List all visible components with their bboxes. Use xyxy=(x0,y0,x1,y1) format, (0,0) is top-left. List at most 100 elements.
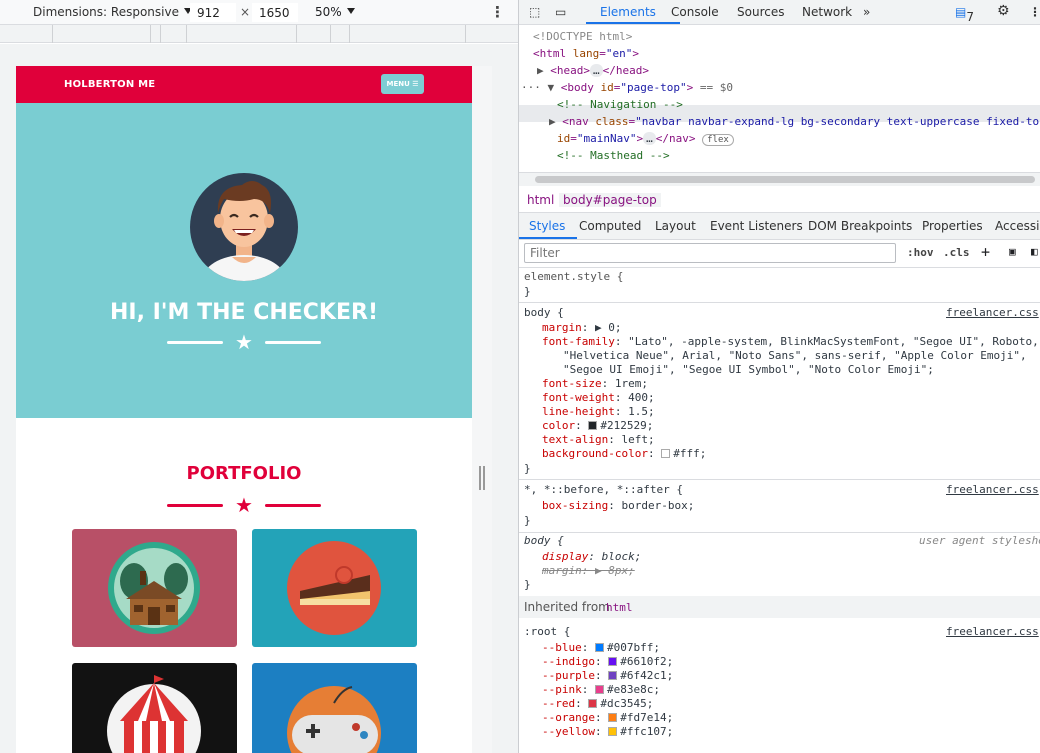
device-toolbar: Dimensions: Responsive × 50% ⋮ xyxy=(0,0,518,25)
dom-doctype: <!DOCTYPE html> xyxy=(533,30,633,43)
brand-link[interactable]: HOLBERTON ME xyxy=(64,79,155,90)
more-tabs-icon[interactable]: » xyxy=(863,5,870,19)
decl-text-align[interactable]: text-align: left; xyxy=(542,433,655,446)
more-options-icon[interactable]: ⋮ xyxy=(490,3,505,21)
dom-nav[interactable]: ▶ <nav class="navbar navbar-expand-lg bg… xyxy=(549,115,1040,128)
tab-sources[interactable]: Sources xyxy=(737,5,784,19)
rule-close: } xyxy=(524,285,531,298)
decl-var-orange[interactable]: --orange: #fd7e14; xyxy=(542,711,673,724)
portfolio-title: PORTFOLIO xyxy=(186,463,302,484)
width-input[interactable] xyxy=(190,3,236,22)
portfolio-item-game[interactable] xyxy=(252,663,417,753)
subtab-computed[interactable]: Computed xyxy=(579,219,641,233)
dom-nav-cont[interactable]: id="mainNav">… </nav> flex xyxy=(557,132,734,146)
decl-font-family[interactable]: font-family: "Lato", -apple-system, Blin… xyxy=(542,335,1039,348)
dom-html[interactable]: <html lang="en"> xyxy=(533,47,639,60)
subtab-properties[interactable]: Properties xyxy=(922,219,983,233)
decl-line-height[interactable]: line-height: 1.5; xyxy=(542,405,655,418)
caret-down-icon xyxy=(346,8,355,14)
body-rule-selector[interactable]: body { xyxy=(524,306,564,319)
subtab-dom-breakpoints[interactable]: DOM Breakpoints xyxy=(808,219,912,233)
subtab-layout[interactable]: Layout xyxy=(655,219,696,233)
dom-horizontal-scrollbar[interactable] xyxy=(519,172,1040,186)
rule-source-link[interactable]: freelancer.css xyxy=(946,306,1039,319)
hero-title: HI, I'M THE CHECKER! xyxy=(110,300,378,325)
subtab-event-listeners[interactable]: Event Listeners xyxy=(710,219,803,233)
tab-network[interactable]: Network xyxy=(802,5,852,19)
decl-var-pink[interactable]: --pink: #e83e8c; xyxy=(542,683,660,696)
subtab-styles[interactable]: Styles xyxy=(529,219,565,233)
decl-var-purple[interactable]: --purple: #6f42c1; xyxy=(542,669,673,682)
subtab-accessibility[interactable]: Accessib xyxy=(995,219,1040,233)
inherited-node-link[interactable]: html xyxy=(606,601,633,614)
styles-filter-input[interactable] xyxy=(524,243,896,263)
inherited-from-header: Inherited from html xyxy=(519,596,1040,618)
decl-margin[interactable]: margin: ▶ 0; xyxy=(542,321,622,334)
decl-var-yellow[interactable]: --yellow: #ffc107; xyxy=(542,725,673,738)
avatar-image xyxy=(190,173,298,281)
dom-tree: <!DOCTYPE html> <html lang="en"> ▶ <head… xyxy=(519,25,1040,175)
tab-elements[interactable]: Elements xyxy=(600,5,656,19)
star-icon: ★ xyxy=(235,493,253,517)
ua-body-selector[interactable]: body { xyxy=(524,534,564,547)
new-rule-icon[interactable]: + xyxy=(981,243,990,261)
rule-close: } xyxy=(524,462,531,475)
decl-color[interactable]: color: #212529; xyxy=(542,419,653,432)
dom-comment-navigation[interactable]: <!-- Navigation --> xyxy=(557,98,683,111)
styles-subtabs: Styles Computed Layout Event Listeners D… xyxy=(519,213,1040,240)
decl-background-color[interactable]: background-color: #fff; xyxy=(542,447,706,460)
flex-badge[interactable]: flex xyxy=(702,134,734,146)
portfolio-item-cake[interactable] xyxy=(252,529,417,647)
color-swatch[interactable] xyxy=(661,449,671,458)
portfolio-item-circus[interactable] xyxy=(72,663,237,753)
cake-icon xyxy=(287,541,381,635)
rule-source-link[interactable]: freelancer.css xyxy=(946,625,1039,638)
portfolio-divider: ★ xyxy=(16,495,472,515)
portfolio-item-cabin[interactable] xyxy=(72,529,237,647)
more-options-icon[interactable]: ⋮ xyxy=(1029,5,1040,19)
inspect-icon[interactable]: ⬚ xyxy=(529,5,540,19)
decl-var-red[interactable]: --red: #dc3545; xyxy=(542,697,653,710)
devtools-tabbar: ⬚ ▭ Elements Console Sources Network » ▤… xyxy=(519,0,1040,25)
root-rule-selector[interactable]: :root { xyxy=(524,625,570,638)
sidebar-toggle-icon[interactable]: ◧ xyxy=(1031,245,1038,258)
decl-font-weight[interactable]: font-weight: 400; xyxy=(542,391,655,404)
universal-rule-selector[interactable]: *, *::before, *::after { xyxy=(524,483,683,496)
ua-source: user agent styleshe xyxy=(919,534,1040,547)
dom-comment-masthead[interactable]: <!-- Masthead --> xyxy=(557,149,670,162)
scrollbar-thumb[interactable] xyxy=(535,176,1035,183)
zoom-select[interactable]: 50% xyxy=(315,5,355,19)
cls-toggle[interactable]: .cls xyxy=(943,246,970,259)
times-sign: × xyxy=(240,5,251,19)
decl-display[interactable]: display: block; xyxy=(542,550,641,563)
breadcrumb-body[interactable]: body#page-top xyxy=(559,193,661,207)
inherited-label: Inherited from xyxy=(524,600,610,614)
emulated-page: HOLBERTON ME MENU ☰ HI, I'M THE CHECKER!… xyxy=(16,66,472,753)
color-swatch[interactable] xyxy=(588,421,598,430)
decl-font-size[interactable]: font-size: 1rem; xyxy=(542,377,648,390)
dom-body[interactable]: ··· ▼ <body id="page-top"> == $0 xyxy=(521,81,733,94)
paint-icon[interactable]: ▣ xyxy=(1009,245,1016,258)
resize-handle[interactable] xyxy=(479,466,485,490)
rule-source-link[interactable]: freelancer.css xyxy=(946,483,1039,496)
device-toggle-icon[interactable]: ▭ xyxy=(555,5,566,19)
devtools-panel: ⬚ ▭ Elements Console Sources Network » ▤… xyxy=(518,0,1040,753)
decl-box-sizing[interactable]: box-sizing: border-box; xyxy=(542,499,694,512)
issues-count: 7 xyxy=(966,10,974,24)
decl-var-blue[interactable]: --blue: #007bff; xyxy=(542,641,660,654)
decl-var-indigo[interactable]: --indigo: #6610f2; xyxy=(542,655,673,668)
gear-icon[interactable]: ⚙ xyxy=(997,3,1010,19)
dom-head[interactable]: ▶ <head>… </head> xyxy=(537,64,649,77)
decl-font-family-cont: "Helvetica Neue", Arial, "Noto Sans", sa… xyxy=(563,349,1027,362)
tab-console[interactable]: Console xyxy=(671,5,719,19)
hov-toggle[interactable]: :hov xyxy=(907,246,934,259)
breadcrumb-html[interactable]: html xyxy=(527,193,554,207)
decl-ua-margin[interactable]: margin: ▶ 8px; xyxy=(542,564,635,577)
styles-pane: element.style { } body { freelancer.css … xyxy=(519,268,1040,753)
height-input[interactable] xyxy=(252,3,298,22)
issues-badge[interactable]: ▤ 7 xyxy=(955,5,974,24)
element-style-selector[interactable]: element.style { xyxy=(524,270,623,283)
divider-line xyxy=(264,340,321,344)
menu-button[interactable]: MENU ☰ xyxy=(381,74,424,94)
dimensions-select[interactable]: Dimensions: Responsive xyxy=(33,5,192,19)
